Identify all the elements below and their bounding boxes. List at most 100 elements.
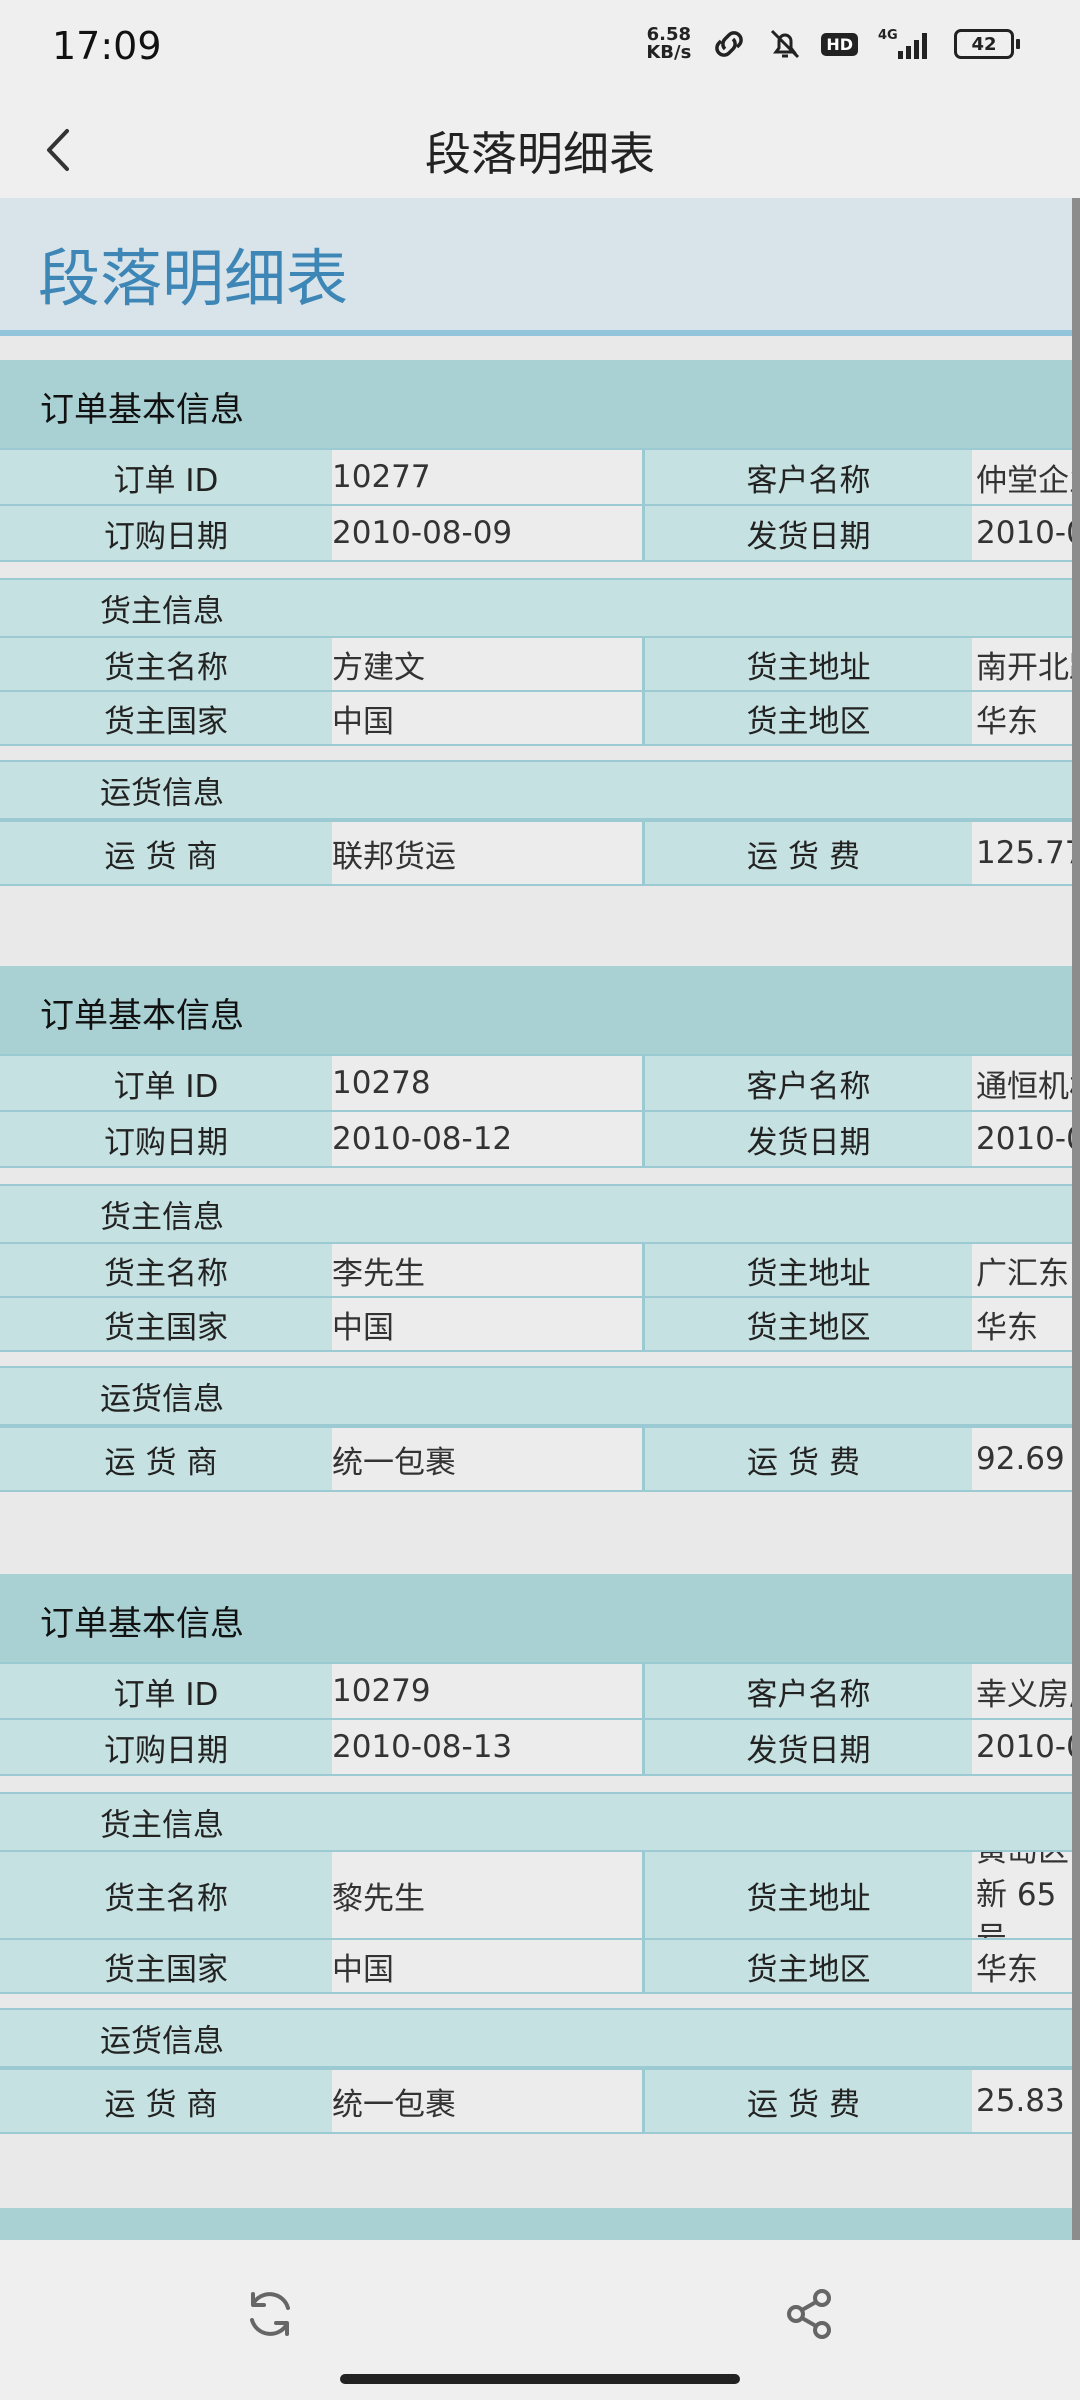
value-customer-name: 幸义房屋	[972, 1664, 1072, 1718]
table-row: 货主名称 方建文 货主地址 南开北路	[0, 636, 1072, 692]
app-bar: 段落明细表	[0, 100, 1080, 198]
value-shipper-address: 南开北路	[972, 638, 1072, 690]
table-row: 运货商 联邦货运 运货费 125.77	[0, 820, 1072, 886]
freight-section-header: 运货信息	[0, 1366, 1072, 1426]
value-customer-name: 通恒机械	[972, 1056, 1072, 1110]
label-shipper-name: 货主名称	[0, 1244, 332, 1296]
table-row: 货主国家 中国 货主地区 华东	[0, 690, 1072, 746]
label-order-id: 订单 ID	[0, 450, 332, 504]
shipper-section-header: 货主信息	[0, 1792, 1072, 1852]
label-shipper-name: 货主名称	[0, 1852, 332, 1938]
value-order-id: 10278	[332, 1056, 642, 1110]
status-time: 17:09	[52, 24, 162, 68]
share-button[interactable]	[770, 2274, 850, 2354]
shipper-section-header: 货主信息	[0, 1184, 1072, 1244]
label-order-date: 订购日期	[0, 1720, 332, 1774]
value-order-id: 10279	[332, 1664, 642, 1718]
table-row: 运货商 统一包裹 运货费 25.83	[0, 2068, 1072, 2134]
label-customer-name: 客户名称	[642, 1056, 972, 1110]
home-indicator[interactable]	[340, 2374, 740, 2384]
label-carrier: 运货商	[0, 2070, 332, 2132]
value-shipper-address: 黄岛区新 65 号	[972, 1852, 1072, 1938]
network-speed: 6.58 KB/s	[646, 24, 692, 63]
value-order-date: 2010-08-13	[332, 1720, 642, 1774]
label-shipper-address: 货主地址	[642, 638, 972, 690]
refresh-button[interactable]	[230, 2274, 310, 2354]
label-order-id: 订单 ID	[0, 1056, 332, 1110]
table-row: 订购日期 2010-08-09 发货日期 2010-0	[0, 504, 1072, 562]
value-shipper-name: 李先生	[332, 1244, 642, 1296]
value-freight: 92.69	[972, 1428, 1072, 1490]
order-section-header: 订单基本信息	[0, 2208, 1072, 2240]
value-ship-date: 2010-0	[972, 506, 1072, 560]
refresh-icon	[250, 2292, 290, 2336]
table-row: 货主国家 中国 货主地区 华东	[0, 1296, 1072, 1352]
report-viewport[interactable]: 段落明细表 订单基本信息 订单 ID 10277 客户名称 仲堂企业 订购日期 …	[0, 198, 1080, 2240]
label-shipper-country: 货主国家	[0, 1940, 332, 1992]
value-ship-date: 2010-0	[972, 1112, 1072, 1166]
table-row: 运货商 统一包裹 运货费 92.69	[0, 1426, 1072, 1492]
value-carrier: 统一包裹	[332, 2070, 642, 2132]
table-row: 订购日期 2010-08-12 发货日期 2010-0	[0, 1110, 1072, 1168]
order-section-header: 订单基本信息	[0, 1574, 1072, 1662]
table-row: 订单 ID 10277 客户名称 仲堂企业	[0, 448, 1072, 506]
value-order-date: 2010-08-12	[332, 1112, 642, 1166]
value-freight: 25.83	[972, 2070, 1072, 2132]
label-shipper-country: 货主国家	[0, 1298, 332, 1350]
value-carrier: 联邦货运	[332, 822, 642, 884]
table-row: 订单 ID 10279 客户名称 幸义房屋	[0, 1662, 1072, 1720]
order-section-header: 订单基本信息	[0, 966, 1072, 1054]
label-shipper-region: 货主地区	[642, 1940, 972, 1992]
page-title: 段落明细表	[425, 127, 655, 181]
freight-section-header: 运货信息	[0, 760, 1072, 820]
label-carrier: 运货商	[0, 1428, 332, 1490]
table-row: 订单 ID 10278 客户名称 通恒机械	[0, 1054, 1072, 1112]
report-banner: 段落明细表	[0, 198, 1072, 330]
value-shipper-name: 方建文	[332, 638, 642, 690]
label-ship-date: 发货日期	[642, 1720, 972, 1774]
value-shipper-country: 中国	[332, 692, 642, 744]
label-freight: 运货费	[642, 2070, 972, 2132]
value-shipper-country: 中国	[332, 1298, 642, 1350]
value-shipper-address: 广汇东区	[972, 1244, 1072, 1296]
value-freight: 125.77	[972, 822, 1072, 884]
label-customer-name: 客户名称	[642, 450, 972, 504]
share-icon	[787, 2289, 831, 2339]
table-row: 订购日期 2010-08-13 发货日期 2010-0	[0, 1718, 1072, 1776]
label-ship-date: 发货日期	[642, 1112, 972, 1166]
label-shipper-address: 货主地址	[642, 1852, 972, 1938]
label-shipper-region: 货主地区	[642, 1298, 972, 1350]
value-customer-name: 仲堂企业	[972, 450, 1072, 504]
label-customer-name: 客户名称	[642, 1664, 972, 1718]
value-order-date: 2010-08-09	[332, 506, 642, 560]
label-freight: 运货费	[642, 1428, 972, 1490]
label-order-id: 订单 ID	[0, 1664, 332, 1718]
value-shipper-region: 华东	[972, 1298, 1072, 1350]
label-shipper-name: 货主名称	[0, 638, 332, 690]
value-shipper-region: 华东	[972, 692, 1072, 744]
label-ship-date: 发货日期	[642, 506, 972, 560]
value-order-id: 10277	[332, 450, 642, 504]
label-order-date: 订购日期	[0, 1112, 332, 1166]
label-carrier: 运货商	[0, 822, 332, 884]
banner-divider	[0, 330, 1072, 336]
vertical-scrollbar[interactable]	[1072, 198, 1080, 2240]
battery-icon: 42	[954, 29, 1020, 59]
label-shipper-country: 货主国家	[0, 692, 332, 744]
report-title: 段落明细表	[38, 242, 349, 315]
label-shipper-address: 货主地址	[642, 1244, 972, 1296]
bell-muted-icon	[767, 26, 803, 62]
signal-icon: 4G	[876, 27, 936, 61]
shipper-section-header: 货主信息	[0, 578, 1072, 638]
link-icon	[709, 29, 749, 59]
svg-text:4G: 4G	[878, 28, 898, 43]
table-row: 货主名称 黎先生 货主地址 黄岛区新 65 号	[0, 1850, 1072, 1940]
value-shipper-country: 中国	[332, 1940, 642, 1992]
label-shipper-region: 货主地区	[642, 692, 972, 744]
table-row: 货主国家 中国 货主地区 华东	[0, 1938, 1072, 1994]
table-row: 货主名称 李先生 货主地址 广汇东区	[0, 1242, 1072, 1298]
value-carrier: 统一包裹	[332, 1428, 642, 1490]
value-shipper-name: 黎先生	[332, 1852, 642, 1938]
value-shipper-region: 华东	[972, 1940, 1072, 1992]
label-freight: 运货费	[642, 822, 972, 884]
